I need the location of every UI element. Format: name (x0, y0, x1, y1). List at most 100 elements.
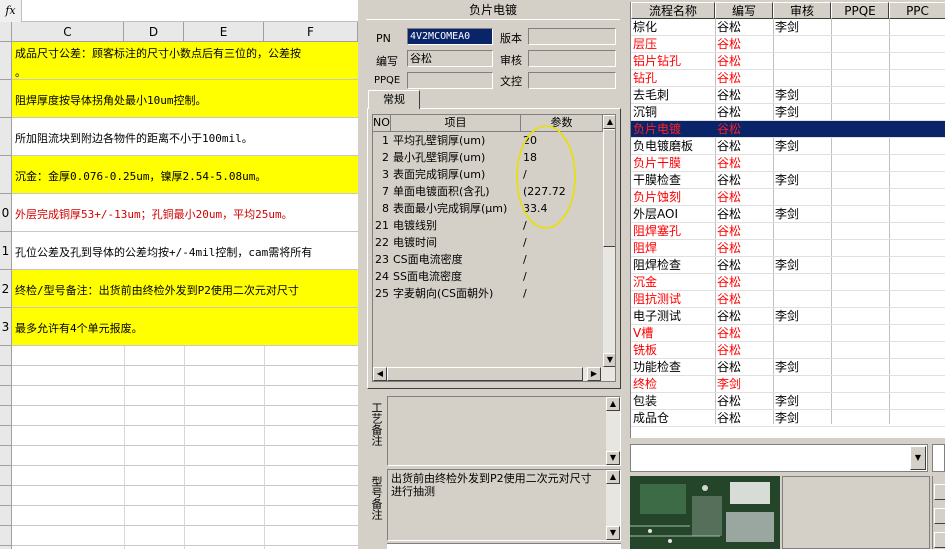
flow-row[interactable]: 钻孔 谷松 (631, 70, 945, 87)
scroll-down-icon[interactable]: ▼ (603, 353, 615, 367)
flow-row[interactable]: 干膜检查 谷松 李剑 (631, 172, 945, 189)
param-row[interactable]: 22 电镀时间 / (373, 234, 603, 251)
sheet-cell[interactable]: 最多允许有4个单元报废。 (12, 308, 358, 346)
fx-icon[interactable]: fx (0, 0, 22, 22)
chevron-down-icon[interactable]: ▼ (910, 446, 926, 470)
row-header[interactable] (0, 466, 12, 486)
model-note-memo[interactable]: 出货前由终检外发到P2使用二次元对尺寸进行抽测 ▲ ▼ (387, 469, 621, 541)
side-buttons[interactable] (932, 476, 945, 549)
flow-row[interactable]: 阻焊检查 谷松 李剑 (631, 257, 945, 274)
row-header[interactable] (0, 156, 12, 194)
memo1-scroll-down-icon[interactable]: ▼ (606, 451, 620, 465)
pn-field[interactable]: 4V2MCOMEA0 (407, 28, 493, 45)
flow-row[interactable]: 负片蚀刻 谷松 (631, 189, 945, 206)
flow-row[interactable]: 铝片钻孔 谷松 (631, 53, 945, 70)
param-row[interactable]: 23 CS面电流密度 / (373, 251, 603, 268)
param-row[interactable]: 25 字麦朝向(CS面朝外) / (373, 285, 603, 302)
column-header-f[interactable]: F (264, 22, 358, 42)
ppqe-field[interactable] (407, 72, 493, 89)
side-button-2[interactable] (934, 508, 945, 524)
param-row[interactable]: 24 SS面电流密度 / (373, 268, 603, 285)
flow-row[interactable]: 负片电镀 谷松 (631, 121, 945, 138)
sheet-cell[interactable]: 孔位公差及孔到导体的公差均按+/-4mil控制，cam需将所有 (12, 232, 358, 270)
sheet-cell[interactable] (12, 506, 358, 526)
row-header[interactable]: 2 (0, 270, 12, 308)
sheet-cell[interactable] (12, 446, 358, 466)
parameter-grid[interactable]: NO 项目 参数 1 平均孔壁铜厚(um) 20 2 最小孔壁铜厚(um) 18 3 表面完成… (372, 114, 616, 382)
row-header[interactable] (0, 406, 12, 426)
sheet-cell[interactable] (12, 426, 358, 446)
flow-row[interactable]: 棕化 谷松 李剑 (631, 19, 945, 36)
sheet-cell[interactable] (12, 486, 358, 506)
flow-row[interactable]: 阻焊塞孔 谷松 (631, 223, 945, 240)
flow-list[interactable]: 流程名称 编写 审核 PPQE PPC 棕化 谷松 李剑 层压 谷松 铝片钻孔 谷松 钻孔 谷松… (630, 2, 945, 438)
grid-header-no[interactable]: NO (373, 115, 391, 132)
flow-row[interactable]: 成品仓 谷松 李剑 (631, 410, 945, 427)
list-header-ppqe[interactable]: PPQE (831, 2, 889, 19)
flow-row[interactable]: 负片干膜 谷松 (631, 155, 945, 172)
list-header-author[interactable]: 编写 (715, 2, 773, 19)
flow-row[interactable]: 终检 李剑 (631, 376, 945, 393)
memo1-scroll-up-icon[interactable]: ▲ (606, 397, 620, 411)
row-header[interactable] (0, 446, 12, 466)
sheet-cell[interactable] (12, 406, 358, 426)
flow-row[interactable]: 电子测试 谷松 李剑 (631, 308, 945, 325)
grid-header-item[interactable]: 项目 (391, 115, 521, 132)
sheet-cell[interactable]: 终检/型号备注：出货前由终检外发到P2使用二次元对尺寸 (12, 270, 358, 308)
scroll-thumb[interactable] (603, 129, 615, 247)
list-header-ppc[interactable]: PPC (889, 2, 945, 19)
row-header[interactable] (0, 80, 12, 118)
row-header[interactable] (0, 526, 12, 546)
grid-scrollbar[interactable]: ▲ ▼ (603, 115, 615, 381)
sheet-cell[interactable]: 外层完成铜厚53+/-13um；孔铜最小20um，平均25um。 (12, 194, 358, 232)
flow-row[interactable]: V槽 谷松 (631, 325, 945, 342)
row-header[interactable] (0, 118, 12, 156)
row-header[interactable] (0, 506, 12, 526)
corner-cell[interactable] (0, 22, 12, 42)
sheet-cell[interactable]: 沉金：金厚0.076-0.25um，镍厚2.54-5.08um。 (12, 156, 358, 194)
sheet-cell[interactable]: 阻焊厚度按导体拐角处最小10um控制。 (12, 80, 358, 118)
sheet-cell[interactable] (12, 386, 358, 406)
row-header[interactable] (0, 42, 12, 80)
list-header-name[interactable]: 流程名称 (631, 2, 715, 19)
row-header[interactable]: 1 (0, 232, 12, 270)
sheet-cell[interactable]: 成品尺寸公差：顾客标注的尺寸小数点后有三位的，公差按。 (12, 42, 358, 80)
flow-row[interactable]: 包装 谷松 李剑 (631, 393, 945, 410)
flow-row[interactable]: 去毛刺 谷松 李剑 (631, 87, 945, 104)
flow-row[interactable]: 铣板 谷松 (631, 342, 945, 359)
column-header-e[interactable]: E (184, 22, 264, 42)
grid-hscrollbar[interactable]: ◀ ▶ (373, 367, 603, 381)
sheet-cell[interactable] (12, 526, 358, 546)
column-header-c[interactable]: C (12, 22, 124, 42)
tab-general[interactable]: 常规 (368, 90, 420, 109)
flow-row[interactable]: 阻焊 谷松 (631, 240, 945, 257)
row-header[interactable] (0, 346, 12, 366)
process-note-memo[interactable]: ▲ ▼ (387, 396, 621, 466)
sheet-cell[interactable] (12, 466, 358, 486)
sheet-cell[interactable] (12, 346, 358, 366)
hscroll-thumb[interactable] (387, 367, 583, 381)
row-header[interactable]: 0 (0, 194, 12, 232)
flow-row[interactable]: 沉金 谷松 (631, 274, 945, 291)
scroll-left-icon[interactable]: ◀ (373, 367, 387, 381)
scroll-up-icon[interactable]: ▲ (603, 115, 615, 129)
control-field[interactable] (528, 72, 616, 89)
flow-row[interactable]: 沉铜 谷松 李剑 (631, 104, 945, 121)
version-field[interactable] (528, 28, 616, 45)
flow-row[interactable]: 功能检查 谷松 李剑 (631, 359, 945, 376)
combo-secondary[interactable] (932, 444, 945, 472)
row-header[interactable] (0, 386, 12, 406)
flow-row[interactable]: 外层AOI 谷松 李剑 (631, 206, 945, 223)
scroll-right-icon[interactable]: ▶ (587, 367, 601, 381)
formula-bar[interactable]: fx (0, 0, 358, 22)
memo2-scroll-up-icon[interactable]: ▲ (606, 470, 620, 484)
sheet-cell[interactable]: 所加阻流块到附边各物件的距离不小于100mil。 (12, 118, 358, 156)
row-header[interactable] (0, 366, 12, 386)
memo2-scroll-down-icon[interactable]: ▼ (606, 526, 620, 540)
flow-row[interactable]: 负电镀磨板 谷松 李剑 (631, 138, 945, 155)
row-header[interactable]: 3 (0, 308, 12, 346)
review-field[interactable] (528, 50, 616, 67)
list-header-reviewer[interactable]: 审核 (773, 2, 831, 19)
author-field[interactable]: 谷松 (407, 50, 493, 67)
sheet-cell[interactable] (12, 366, 358, 386)
